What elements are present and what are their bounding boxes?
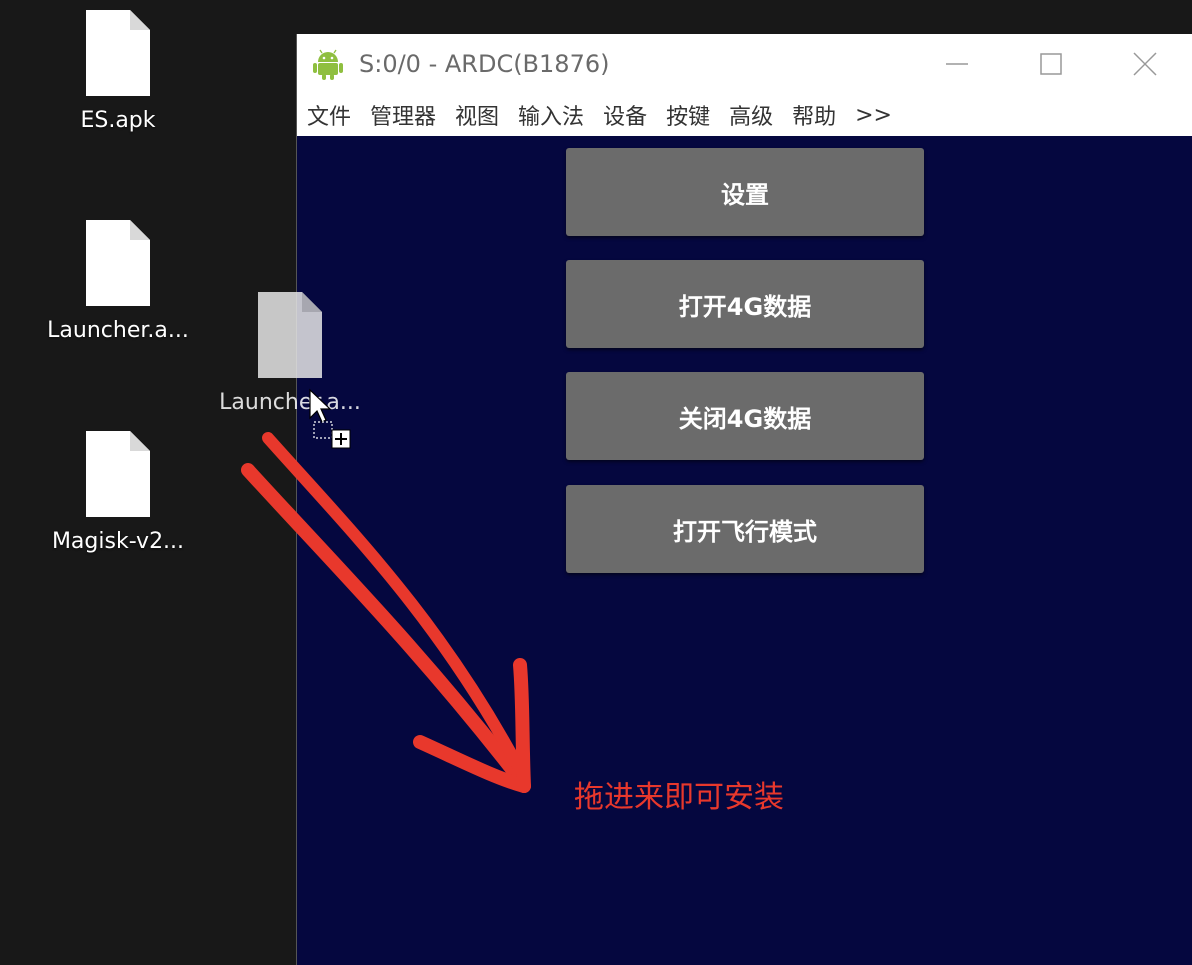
- enable-4g-button[interactable]: 打开4G数据: [566, 260, 924, 348]
- device-screen[interactable]: 设置 打开4G数据 关闭4G数据 打开飞行模式: [297, 136, 1192, 965]
- install-hint-text: 拖进来即可安装: [574, 780, 784, 815]
- menu-advanced[interactable]: 高级: [729, 99, 773, 131]
- desktop-icon-label: ES.apk: [80, 108, 156, 133]
- menu-manager[interactable]: 管理器: [370, 99, 436, 131]
- maximize-button[interactable]: [1003, 34, 1099, 94]
- disable-4g-button[interactable]: 关闭4G数据: [566, 372, 924, 460]
- desktop-icon-es-apk[interactable]: ES.apk: [38, 10, 198, 134]
- menu-device[interactable]: 设备: [603, 99, 647, 131]
- menu-input-method[interactable]: 输入法: [518, 99, 584, 131]
- desktop-icon-label: Magisk-v2...: [51, 529, 185, 554]
- desktop-icon-magisk[interactable]: Magisk-v2...: [38, 431, 198, 555]
- ardc-window: S:0/0 - ARDC(B1876) 文件 管理器 视图 输入法 设备 按键 …: [296, 34, 1192, 965]
- minimize-button[interactable]: [909, 34, 1005, 94]
- android-icon: [311, 47, 345, 81]
- menu-file[interactable]: 文件: [307, 99, 351, 131]
- settings-button[interactable]: 设置: [566, 148, 924, 236]
- file-icon: [86, 220, 150, 306]
- title-bar[interactable]: S:0/0 - ARDC(B1876): [297, 34, 1192, 94]
- maximize-icon: [1040, 53, 1062, 75]
- desktop-icon-label: Launcher.a...: [47, 318, 189, 343]
- desktop-icon-launcher[interactable]: Launcher.a...: [38, 220, 198, 344]
- close-button[interactable]: [1097, 34, 1192, 94]
- airplane-mode-button[interactable]: 打开飞行模式: [566, 485, 924, 573]
- window-title: S:0/0 - ARDC(B1876): [359, 50, 610, 78]
- minimize-icon: [946, 63, 968, 65]
- mouse-cursor-icon: [308, 388, 358, 450]
- file-icon: [86, 431, 150, 517]
- menu-bar: 文件 管理器 视图 输入法 设备 按键 高级 帮助 >>: [297, 94, 1192, 136]
- file-icon: [86, 10, 150, 96]
- menu-more[interactable]: >>: [855, 103, 892, 128]
- menu-view[interactable]: 视图: [455, 99, 499, 131]
- close-icon: [1133, 52, 1157, 76]
- menu-keys[interactable]: 按键: [666, 99, 710, 131]
- menu-help[interactable]: 帮助: [792, 99, 836, 131]
- file-icon: [258, 292, 322, 378]
